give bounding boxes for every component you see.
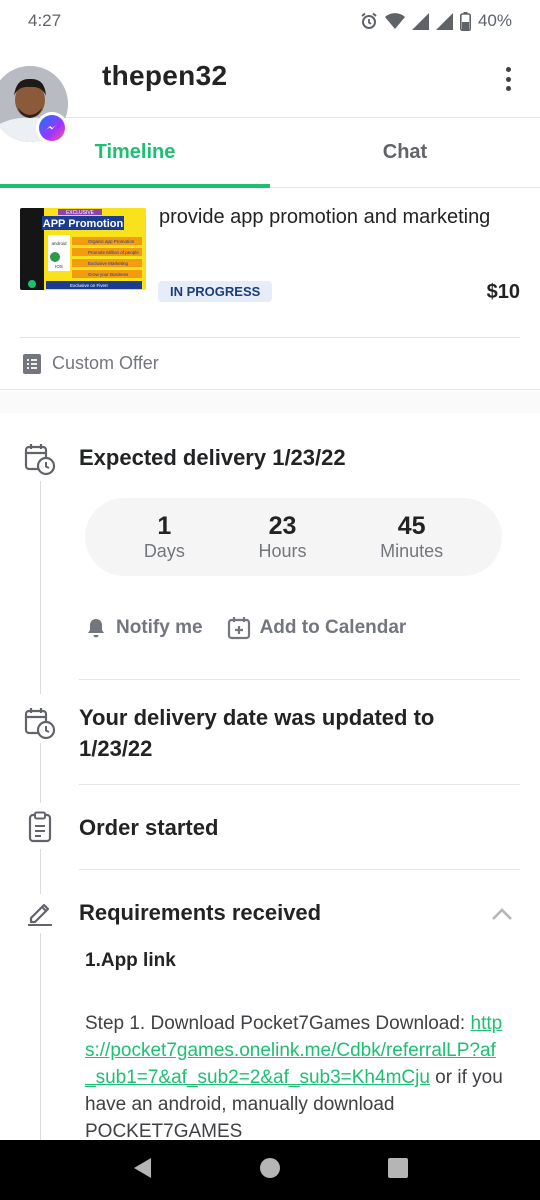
back-button[interactable] xyxy=(131,1156,153,1185)
requirement-answer: Step 1. Download Pocket7Games Download: … xyxy=(85,1010,505,1140)
alarm-icon xyxy=(361,12,377,29)
custom-offer-row[interactable]: Custom Offer xyxy=(0,338,540,390)
triangle-back-icon xyxy=(134,1157,151,1178)
expected-delivery-title: Expected delivery 1/23/22 xyxy=(79,445,346,470)
order-price: $10 xyxy=(486,281,520,303)
status-time: 4:27 xyxy=(28,11,62,30)
messenger-icon xyxy=(36,112,68,144)
tab-bar: Timeline Chat xyxy=(0,118,540,188)
custom-offer-label: Custom Offer xyxy=(52,353,159,373)
countdown-unit: Days xyxy=(143,541,185,561)
timeline-connector xyxy=(40,481,41,694)
section-gap xyxy=(0,391,540,413)
thumb-footer: Exclusive on Fiverr xyxy=(70,283,109,288)
thumb-bullet: Promote Million of people xyxy=(88,250,139,255)
divider xyxy=(79,679,520,680)
countdown-unit: Minutes xyxy=(380,541,444,561)
wifi-icon xyxy=(384,12,405,30)
thumb-tag: EXCLUSIVE xyxy=(66,210,95,216)
requirements-title[interactable]: Requirements received xyxy=(79,897,321,928)
status-badge: IN PROGRESS xyxy=(158,281,273,302)
circle-home-icon xyxy=(260,1157,280,1178)
add-to-calendar-label: Add to Calendar xyxy=(259,617,407,638)
thumb-title: APP Promotion xyxy=(43,218,124,230)
recents-button[interactable] xyxy=(387,1157,409,1184)
status-icons: 40% xyxy=(360,11,512,31)
timeline-connector xyxy=(40,743,41,803)
countdown-days: 1 Days xyxy=(144,512,185,562)
delivery-updated-title: Your delivery date was updated to 1/23/2… xyxy=(79,705,435,761)
countdown-hours: 23 Hours xyxy=(258,512,306,562)
username: thepen32 xyxy=(102,60,228,91)
thumb-store-ios: IOS xyxy=(55,264,63,269)
add-to-calendar-button[interactable]: Add to Calendar xyxy=(227,616,407,640)
battery-percent: 40% xyxy=(477,11,512,30)
bell-icon xyxy=(88,619,104,638)
thumb-bullet: Exclusive Marketing xyxy=(88,261,129,266)
notify-me-button[interactable]: Notify me xyxy=(85,617,203,639)
thumb-bullet: Organic app Promotion xyxy=(88,239,135,244)
countdown-minutes: 45 Minutes xyxy=(380,512,443,562)
gig-title: provide app promotion and marketing xyxy=(159,206,491,228)
order-started-title: Order started xyxy=(79,815,219,840)
order-summary[interactable]: EXCLUSIVE APP Promotion android IOS Orga… xyxy=(0,188,540,338)
divider xyxy=(79,784,520,785)
countdown-value: 1 xyxy=(157,512,172,540)
order-timeline: Expected delivery 1/23/22 1 Days 23 Hour… xyxy=(0,413,540,1140)
system-nav-bar xyxy=(0,1140,540,1200)
countdown-value: 45 xyxy=(397,512,426,540)
signal-icon xyxy=(435,12,453,30)
signal-icon xyxy=(411,12,429,30)
thumb-bullet: Grow your Business xyxy=(88,272,129,277)
thumb-store-android: android xyxy=(51,241,67,246)
delivery-actions: Notify me Add to Calendar xyxy=(85,616,406,640)
calendar-clock-icon xyxy=(22,441,58,477)
square-recents-icon xyxy=(388,1157,408,1178)
gig-thumbnail: EXCLUSIVE APP Promotion android IOS Orga… xyxy=(20,208,146,290)
countdown-value: 23 xyxy=(268,512,297,540)
conversation-header: thepen32 xyxy=(0,42,540,144)
requirement-question: 1.App link xyxy=(85,950,176,971)
clipboard-icon xyxy=(22,809,58,845)
pencil-icon xyxy=(22,894,58,930)
notify-me-label: Notify me xyxy=(116,617,203,638)
delivery-countdown: 1 Days 23 Hours 45 Minutes xyxy=(85,498,502,576)
chevron-up-icon[interactable] xyxy=(490,902,514,926)
offer-list-icon xyxy=(23,353,41,374)
home-button[interactable] xyxy=(259,1157,281,1184)
more-vertical-icon[interactable] xyxy=(496,64,520,94)
countdown-unit: Hours xyxy=(258,541,307,561)
calendar-plus-icon xyxy=(227,617,250,640)
divider xyxy=(79,869,520,870)
answer-prefix: Step 1. Download Pocket7Games Download: xyxy=(85,1013,471,1034)
tab-chat[interactable]: Chat xyxy=(270,118,540,187)
status-bar: 4:27 40% xyxy=(0,0,540,42)
calendar-clock-icon xyxy=(22,705,58,741)
timeline-connector xyxy=(40,933,41,1140)
battery-icon xyxy=(459,11,471,31)
